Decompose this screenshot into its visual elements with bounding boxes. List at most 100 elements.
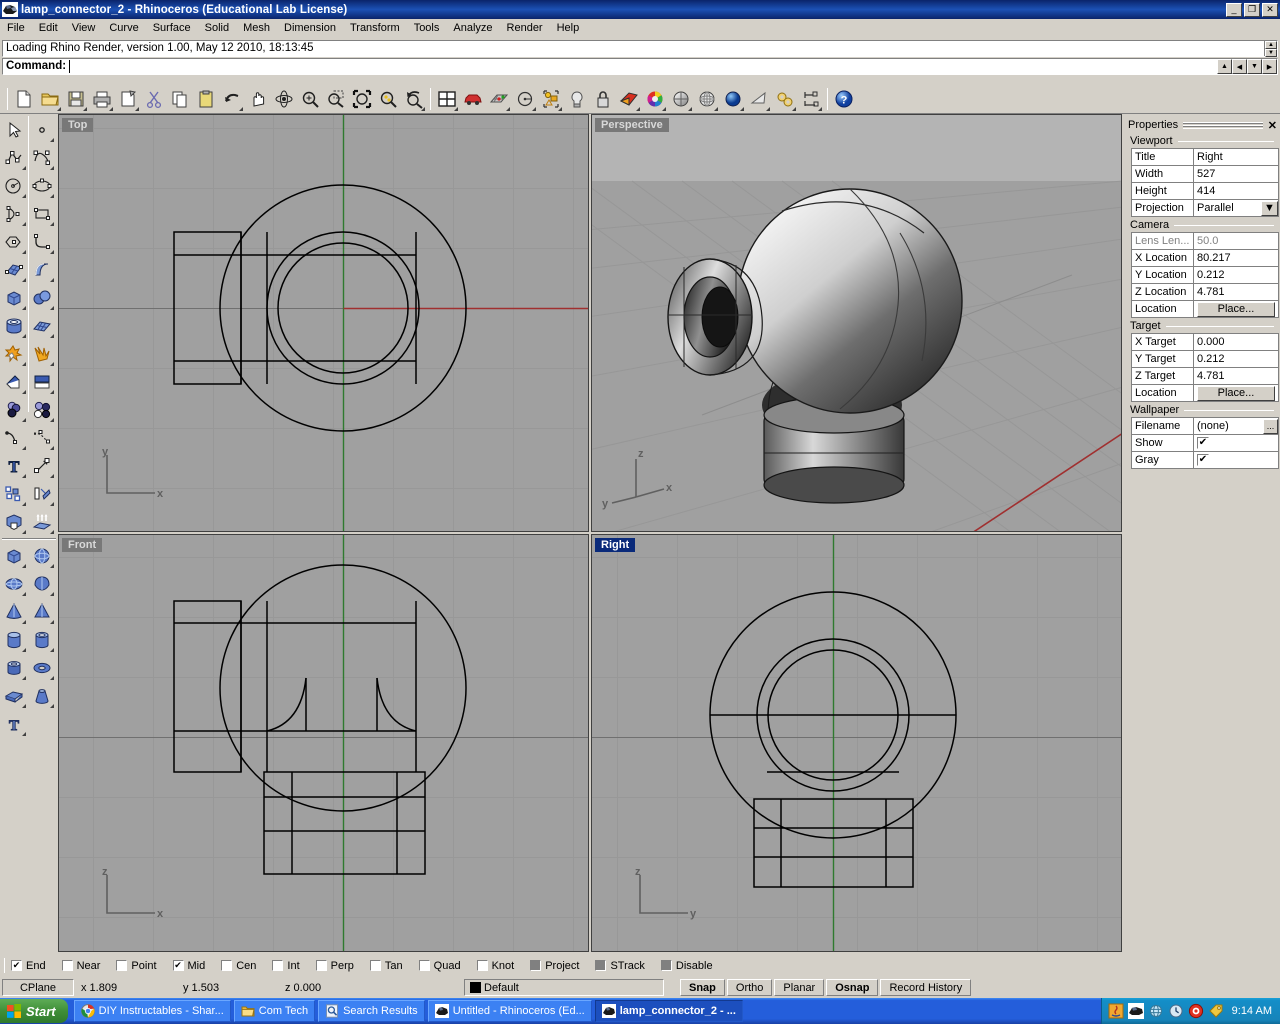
polyline-icon[interactable] [0, 144, 28, 172]
viewport-label-front[interactable]: Front [62, 538, 102, 552]
network-icon[interactable] [1148, 1003, 1164, 1019]
cylinder-solid-icon[interactable] [0, 312, 28, 340]
menu-item-file[interactable]: File [0, 20, 32, 36]
explode-icon[interactable] [0, 340, 28, 368]
truncated-cone-icon[interactable] [28, 682, 56, 710]
select-arrow-icon[interactable] [0, 116, 28, 144]
slab-primitive-icon[interactable] [0, 682, 28, 710]
box-primitive-icon[interactable] [0, 542, 28, 570]
start-button[interactable]: Start [0, 999, 68, 1023]
camera-place-button[interactable]: Place... [1197, 302, 1275, 317]
viewport-label-perspective[interactable]: Perspective [595, 118, 669, 132]
ellipse-icon[interactable] [28, 172, 56, 200]
cut-icon[interactable] [141, 87, 166, 112]
new-file-icon[interactable] [11, 87, 36, 112]
osnap-int[interactable]: Int [272, 960, 299, 972]
record-history-toggle[interactable]: Record History [880, 979, 971, 996]
prop-value-filename-cell[interactable]: (none) ... [1194, 418, 1279, 435]
prop-value-gray-cell[interactable]: ✔ [1194, 452, 1279, 469]
table-row[interactable]: Filename (none) ... [1132, 418, 1279, 435]
checkbox-icon[interactable] [272, 960, 283, 971]
surface-sweep-icon[interactable] [28, 256, 56, 284]
menu-item-analyze[interactable]: Analyze [446, 20, 499, 36]
next-command-icon[interactable]: ▶ [1262, 59, 1277, 74]
curve-from-points-icon[interactable] [28, 424, 56, 452]
trim-icon[interactable] [0, 368, 28, 396]
open-folder-icon[interactable] [37, 87, 62, 112]
osnap-quad[interactable]: Quad [419, 960, 461, 972]
prop-camera-place-cell[interactable]: Place... [1194, 301, 1279, 318]
ellipsoid-primitive-icon[interactable] [0, 570, 28, 598]
cylinder-primitive-icon[interactable] [0, 626, 28, 654]
sphere-primitive-icon[interactable] [28, 542, 56, 570]
cone-primitive-icon[interactable] [0, 598, 28, 626]
snap-toggle[interactable]: Snap [680, 979, 725, 996]
cap-solid-icon[interactable] [0, 508, 28, 536]
scroll-down-small-icon[interactable]: ▼ [1247, 59, 1262, 74]
viewport-right[interactable]: Right z y [591, 534, 1122, 952]
menu-item-solid[interactable]: Solid [198, 20, 236, 36]
prop-value-x-location[interactable]: 80.217 [1194, 250, 1279, 267]
taskbar-item-search-results[interactable]: Search Results [318, 1000, 425, 1022]
table-row[interactable]: Y Location 0.212 [1132, 267, 1279, 284]
zoom-in-icon[interactable] [297, 87, 322, 112]
copy-icon[interactable] [167, 87, 192, 112]
undo-icon[interactable] [219, 87, 244, 112]
prop-value-z-target[interactable]: 4.781 [1194, 368, 1279, 385]
table-row[interactable]: Show ✔ [1132, 435, 1279, 452]
torus-primitive-icon[interactable] [28, 654, 56, 682]
checkbox-icon[interactable] [661, 960, 672, 971]
osnap-end[interactable]: ✔End [11, 960, 46, 972]
dimension-icon[interactable] [798, 87, 823, 112]
zoom-selected-icon[interactable] [375, 87, 400, 112]
flat-shade-icon[interactable] [746, 87, 771, 112]
checkbox-icon[interactable]: ✔ [173, 960, 184, 971]
taskbar-item-lamp-connector[interactable]: lamp_connector_2 - ... [595, 1000, 743, 1022]
polygon-icon[interactable] [0, 228, 28, 256]
browse-file-button[interactable]: ... [1263, 419, 1278, 434]
osnap-tan[interactable]: Tan [370, 960, 403, 972]
table-row[interactable]: Y Target 0.212 [1132, 351, 1279, 368]
scroll-down-icon[interactable]: ▼ [1265, 49, 1277, 57]
ghosted-view-icon[interactable] [694, 87, 719, 112]
table-row[interactable]: Location Place... [1132, 301, 1279, 318]
pan-icon[interactable] [245, 87, 270, 112]
cplane-cell[interactable]: CPlane [2, 979, 74, 996]
prop-value-y-location[interactable]: 0.212 [1194, 267, 1279, 284]
prop-value-y-target[interactable]: 0.212 [1194, 351, 1279, 368]
menu-item-render[interactable]: Render [500, 20, 550, 36]
menu-item-view[interactable]: View [65, 20, 103, 36]
checkbox-icon[interactable] [370, 960, 381, 971]
menu-item-surface[interactable]: Surface [146, 20, 198, 36]
osnap-project[interactable]: Project [530, 960, 579, 972]
command-history-scrollbar[interactable]: ▲ ▼ [1264, 41, 1277, 56]
scroll-up-small-icon[interactable]: ▲ [1217, 59, 1232, 74]
tube-primitive-icon[interactable] [28, 626, 56, 654]
point-icon[interactable] [28, 116, 56, 144]
checkbox-icon[interactable] [116, 960, 127, 971]
osnap-near[interactable]: Near [62, 960, 101, 972]
osnap-strack[interactable]: STrack [595, 960, 644, 972]
zoom-window-icon[interactable] [323, 87, 348, 112]
table-row[interactable]: Title Right [1132, 149, 1279, 166]
scroll-up-icon[interactable]: ▲ [1265, 41, 1277, 49]
osnap-point[interactable]: Point [116, 960, 156, 972]
text-solid-icon[interactable]: T [0, 710, 28, 738]
array-icon[interactable] [0, 480, 28, 508]
extrude-icon[interactable] [28, 508, 56, 536]
prop-value-title[interactable]: Right [1194, 149, 1279, 166]
scale-icon[interactable] [28, 452, 56, 480]
circle-icon[interactable] [512, 87, 537, 112]
text-icon[interactable]: T [0, 452, 28, 480]
options-gears-icon[interactable] [772, 87, 797, 112]
prev-command-icon[interactable]: ◀ [1232, 59, 1247, 74]
command-prompt-row[interactable]: Command: ▲ ◀ ▼ ▶ [2, 58, 1278, 75]
checkbox-icon[interactable]: ✔ [11, 960, 22, 971]
table-row[interactable]: X Location 80.217 [1132, 250, 1279, 267]
surface-array-icon[interactable] [28, 312, 56, 340]
clock-tray-icon[interactable] [1168, 1003, 1184, 1019]
save-icon[interactable] [63, 87, 88, 112]
table-row[interactable]: Location Place... [1132, 385, 1279, 402]
prop-value-height[interactable]: 414 [1194, 183, 1279, 200]
target-place-button[interactable]: Place... [1197, 386, 1275, 401]
